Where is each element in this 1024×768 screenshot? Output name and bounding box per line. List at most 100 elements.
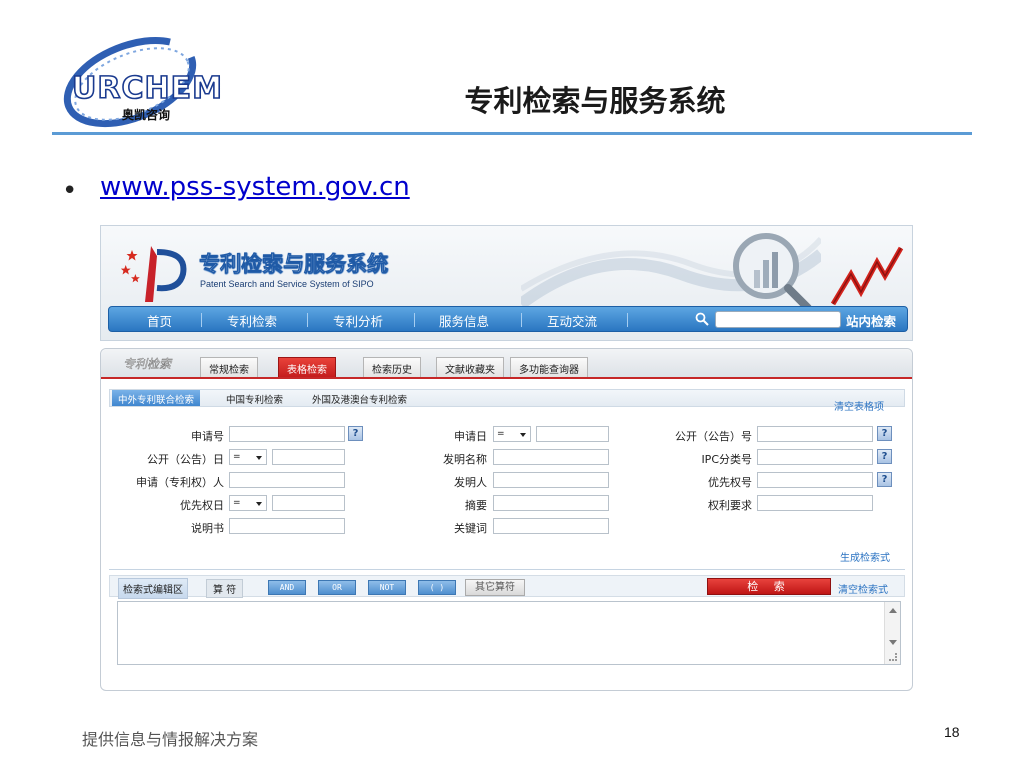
field-label: 优先权日 [180,499,224,512]
application-date-operator-select[interactable]: = [493,426,531,442]
help-icon[interactable]: ? [877,426,892,441]
chevron-down-icon [256,456,262,460]
priority-number-input[interactable] [757,472,873,488]
magnifier-icon [733,233,812,312]
applicant-input[interactable] [229,472,345,488]
logo-subtitle: 奥凯咨询 [122,108,171,122]
tab-regular-search[interactable]: 常规检索 [200,357,258,377]
field-label: 公开（公告）日 [147,453,224,466]
field-label: 关键词 [454,522,487,535]
tab-favorites[interactable]: 文献收藏夹 [436,357,504,377]
nav-interaction[interactable]: 互动交流 [547,311,597,330]
nav-separator [307,313,308,327]
nav-separator [521,313,522,327]
claims-input[interactable] [757,495,873,511]
field-label: 权利要求 [708,499,752,512]
operator-value: = [233,452,241,462]
expression-textarea[interactable] [117,601,901,665]
expression-editor-toolbar: 检索式编辑区 算 符 AND OR NOT ( ) 其它算符 检 索 清空检索式 [109,575,905,599]
urchem-logo: URCHEM 奥凯咨询 [52,30,223,140]
nav-patent-search[interactable]: 专利检索 [227,311,277,330]
subtab-foreign[interactable]: 外国及港澳台专利检索 [306,390,413,406]
field-label: 发明名称 [443,453,487,466]
or-button[interactable]: OR [318,580,356,595]
nav-separator [414,313,415,327]
main-navbar: 首页 专利检索 专利分析 服务信息 互动交流 站内检索 [108,306,908,332]
not-button[interactable]: NOT [368,580,406,595]
abstract-input[interactable] [493,495,609,511]
chevron-down-icon [256,502,262,506]
nav-separator [627,313,628,327]
application-date-input[interactable] [536,426,609,442]
section-divider [109,569,905,570]
keywords-input[interactable] [493,518,609,534]
field-label: 发明人 [454,476,487,489]
field-label: 说明书 [191,522,224,535]
chevron-down-icon [520,433,526,437]
subtab-combined[interactable]: 中外专利联合检索 [112,390,201,406]
bullet-dot: • [62,176,78,206]
clear-expression-link[interactable]: 清空检索式 [838,581,888,596]
site-banner: 专利检索与服务系统 Patent Search and Service Syst… [100,225,913,341]
invention-name-input[interactable] [493,449,609,465]
search-icon [695,312,709,326]
editor-label: 检索式编辑区 [118,578,188,599]
field-label: 申请日 [454,430,487,443]
nav-service-info[interactable]: 服务信息 [439,311,489,330]
other-operators-button[interactable]: 其它算符 [465,579,525,596]
search-button[interactable]: 检 索 [707,578,831,595]
sipo-logo-icon [121,246,187,302]
operator-value: = [497,429,505,439]
description-input[interactable] [229,518,345,534]
subtab-china[interactable]: 中国专利检索 [220,390,289,406]
site-search-input[interactable] [715,311,841,328]
field-label: 申请（专利权）人 [136,476,224,489]
inventor-input[interactable] [493,472,609,488]
page-number: 18 [944,724,960,740]
priority-date-operator-select[interactable]: = [229,495,267,511]
publication-number-input[interactable] [757,426,873,442]
panel-header: 专利检索 常规检索 表格检索 检索历史 文献收藏夹 多功能查询器 [101,349,912,379]
field-label: 优先权号 [708,476,752,489]
tab-table-search[interactable]: 表格检索 [278,357,336,377]
nav-home[interactable]: 首页 [147,311,172,330]
search-panel: 专利检索 常规检索 表格检索 检索历史 文献收藏夹 多功能查询器 中外专利联合检… [100,348,913,691]
scroll-up-icon[interactable] [889,608,897,613]
operator-value: = [233,498,241,508]
slide-footer: 提供信息与情报解决方案 [82,730,259,749]
scroll-down-icon[interactable] [889,640,897,645]
field-label: 申请号 [191,430,224,443]
and-button[interactable]: AND [268,580,306,595]
field-label: IPC分类号 [701,453,752,466]
clear-fields-link[interactable]: 清空表格项 [834,398,884,413]
embedded-screenshot: 专利检索与服务系统 Patent Search and Service Syst… [100,225,913,693]
operators-label: 算 符 [206,579,244,598]
application-number-input[interactable] [229,426,345,442]
slide-title: 专利检索与服务系统 [464,84,726,118]
publication-date-operator-select[interactable]: = [229,449,267,465]
growth-chart-icon [831,246,904,306]
resize-grip-icon[interactable] [889,653,897,661]
help-icon[interactable]: ? [877,472,892,487]
panel-title: 专利检索 [123,357,172,372]
logo-text: URCHEM [71,71,223,106]
site-url-link[interactable]: www.pss-system.gov.cn [100,172,410,202]
help-icon[interactable]: ? [348,426,363,441]
system-name-en: Patent Search and Service System of SIPO [200,279,374,289]
field-label: 公开（公告）号 [675,430,752,443]
tab-search-history[interactable]: 检索历史 [363,357,421,377]
parentheses-button[interactable]: ( ) [418,580,456,595]
ipc-input[interactable] [757,449,873,465]
subtab-bar: 中外专利联合检索 中国专利检索 外国及港澳台专利检索 [109,389,905,407]
field-label: 摘要 [465,499,487,512]
tab-multi-query[interactable]: 多功能查询器 [510,357,588,377]
system-name-zh: 专利检索与服务系统 [199,252,389,277]
generate-expression-link[interactable]: 生成检索式 [840,549,890,564]
publication-date-input[interactable] [272,449,345,465]
title-divider [52,132,972,135]
help-icon[interactable]: ? [877,449,892,464]
priority-date-input[interactable] [272,495,345,511]
nav-patent-analysis[interactable]: 专利分析 [333,311,383,330]
site-search-button[interactable]: 站内检索 [846,311,896,330]
nav-separator [201,313,202,327]
